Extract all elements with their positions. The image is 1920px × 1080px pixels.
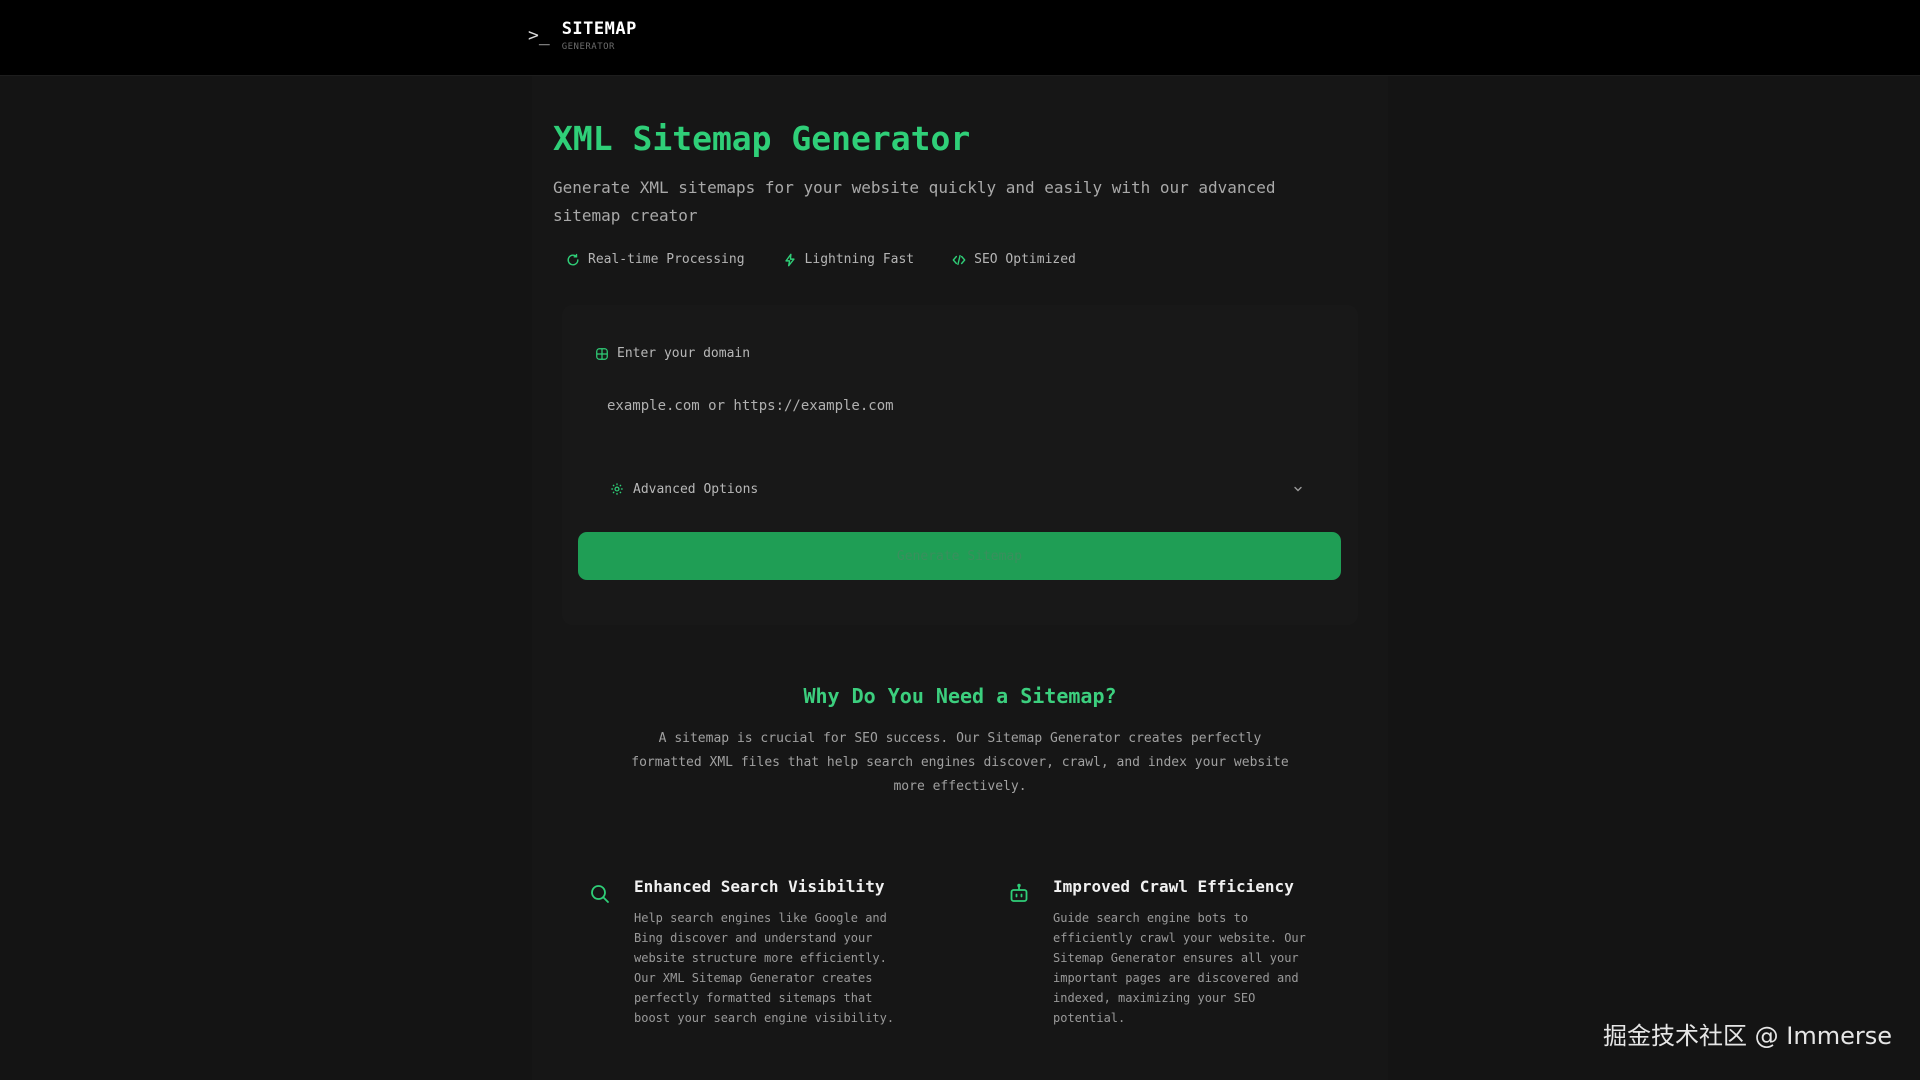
generate-sitemap-button[interactable]: Generate Sitemap bbox=[578, 532, 1341, 580]
brand-logo[interactable]: >_ SITEMAP GENERATOR bbox=[528, 18, 637, 54]
page-description: Generate XML sitemaps for your website q… bbox=[553, 178, 1276, 225]
terminal-icon: >_ bbox=[528, 25, 550, 46]
globe-icon bbox=[596, 347, 608, 360]
gear-icon bbox=[611, 483, 623, 495]
benefit-title: Improved Crawl Efficiency bbox=[1053, 877, 1294, 896]
feature-fast: Lightning Fast bbox=[783, 252, 915, 267]
domain-label: Enter your domain bbox=[595, 346, 750, 361]
feature-real-time: Real-time Processing bbox=[566, 252, 745, 267]
chevron-down-icon bbox=[1294, 486, 1302, 492]
domain-label-text: Enter your domain bbox=[617, 346, 751, 361]
benefit-search-visibility: Enhanced Search Visibility Help search e… bbox=[588, 872, 914, 1028]
feature-label: Real-time Processing bbox=[588, 252, 745, 267]
code-icon bbox=[952, 254, 966, 265]
top-navbar: >_ SITEMAP GENERATOR bbox=[0, 0, 1920, 76]
bot-icon bbox=[1010, 883, 1028, 902]
benefit-title: Enhanced Search Visibility bbox=[634, 877, 885, 896]
domain-input[interactable] bbox=[592, 386, 1340, 426]
brand-subtitle: GENERATOR bbox=[561, 42, 615, 52]
watermark-text: 掘金技术社区 @ Immerse bbox=[1603, 1022, 1892, 1050]
benefit-text: Enhanced Search Visibility Help search e… bbox=[634, 872, 914, 1028]
lightning-icon bbox=[784, 253, 795, 266]
search-icon bbox=[591, 885, 609, 903]
why-section-description: A sitemap is crucial for SEO success. Ou… bbox=[631, 731, 1289, 794]
feature-label: Lightning Fast bbox=[804, 252, 915, 267]
benefit-crawl-efficiency: Improved Crawl Efficiency Guide search e… bbox=[1007, 872, 1333, 1028]
why-section-title: Why Do You Need a Sitemap? bbox=[803, 684, 1117, 708]
brand-title: SITEMAP bbox=[561, 19, 637, 39]
advanced-options-label: Advanced Options bbox=[633, 481, 759, 497]
benefit-description: Guide search engine bots to efficiently … bbox=[1053, 911, 1306, 1025]
benefit-description: Help search engines like Google and Bing… bbox=[634, 911, 895, 1025]
benefit-text: Improved Crawl Efficiency Guide search e… bbox=[1053, 872, 1333, 1028]
feature-seo: SEO Optimized bbox=[952, 252, 1076, 267]
page-title: XML Sitemap Generator bbox=[553, 119, 971, 158]
feature-list: Real-time Processing Lightning Fast SEO … bbox=[566, 252, 1076, 267]
brand-text: SITEMAP GENERATOR bbox=[562, 18, 637, 54]
advanced-options-toggle[interactable]: Advanced Options bbox=[592, 470, 1312, 508]
feature-label: SEO Optimized bbox=[974, 252, 1076, 267]
refresh-icon bbox=[567, 253, 579, 265]
